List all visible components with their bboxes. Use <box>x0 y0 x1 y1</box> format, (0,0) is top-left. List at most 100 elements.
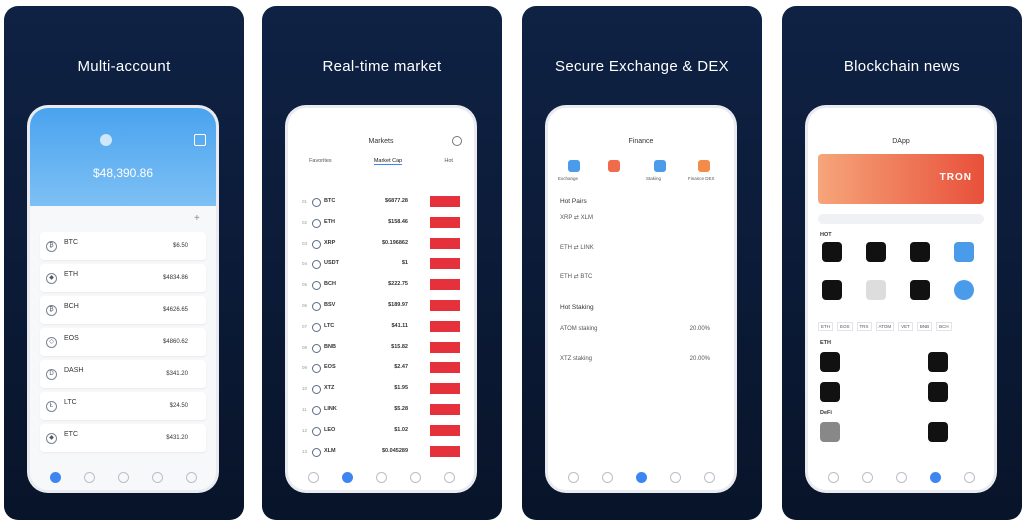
dapp-tab-icon[interactable] <box>409 471 421 483</box>
tab-favorites[interactable]: Favorites <box>309 158 332 165</box>
dapp-icon[interactable] <box>928 382 948 402</box>
market-tab-icon[interactable] <box>83 471 95 483</box>
tab-market-cap[interactable]: Market Cap <box>373 158 403 165</box>
total-balance: $48,390.86 <box>92 166 154 180</box>
tag-vet[interactable]: VET <box>898 322 913 331</box>
table-row[interactable]: 11 LINK $5.28 <box>300 400 462 420</box>
coin-name: BTC <box>64 239 78 246</box>
dapp-tab-icon[interactable] <box>151 471 163 483</box>
pair-row[interactable]: XRP ⇄ XLM <box>560 214 722 221</box>
price: $1.95 <box>394 385 408 392</box>
tag-bnb[interactable]: BNB <box>916 322 933 331</box>
tag-eos[interactable]: EOS <box>837 322 853 331</box>
exchange-icon[interactable] <box>568 160 580 172</box>
dapp-icon[interactable] <box>954 242 974 262</box>
list-item[interactable]: ◆ ETC $431.20 <box>40 424 206 452</box>
dapp-icon[interactable] <box>820 352 840 372</box>
market-tab-icon[interactable] <box>341 471 353 483</box>
tag-trx[interactable]: TRX <box>856 322 872 331</box>
dapp-icon[interactable] <box>910 242 930 262</box>
change-badge <box>430 404 460 415</box>
table-row[interactable]: 04 USDT $1 <box>300 254 462 274</box>
finance-tab-icon[interactable] <box>117 471 129 483</box>
table-row[interactable]: 02 ETH $158.46 <box>300 213 462 233</box>
rank: 02 <box>302 219 308 225</box>
table-row[interactable]: 05 BCH $222.75 <box>300 275 462 295</box>
table-row[interactable]: 09 EOS $2.47 <box>300 358 462 378</box>
dapp-icon[interactable] <box>822 280 842 300</box>
dapp-icon[interactable] <box>820 422 840 442</box>
panel-multi-account: Multi-account $48,390.86 + ₿ BTC $6.50 ◆ ET… <box>4 6 244 520</box>
tag-bch[interactable]: BCH <box>936 322 952 331</box>
list-item[interactable]: Ł LTC $24.50 <box>40 392 206 420</box>
dapp-icon[interactable] <box>928 422 948 442</box>
tag-atom[interactable]: ATOM <box>875 322 895 331</box>
dapp-icon[interactable] <box>866 280 886 300</box>
wallet-tab-icon[interactable] <box>827 471 839 483</box>
list-item[interactable]: ₿ BCH $4626.65 <box>40 296 206 324</box>
table-row[interactable]: 01 BTC $6877.28 <box>300 192 462 212</box>
market-tab-icon[interactable] <box>861 471 873 483</box>
symbol: BTC <box>324 198 336 204</box>
table-row[interactable]: 10 XTZ $1.95 <box>300 379 462 399</box>
dapp-icon[interactable] <box>954 280 974 300</box>
search-icon[interactable] <box>452 136 462 146</box>
symbol: ETH <box>324 218 335 225</box>
tab-bar <box>816 470 986 484</box>
list-item[interactable]: ◇ EOS $4860.62 <box>40 328 206 356</box>
table-row[interactable]: 13 XLM $0.045289 <box>300 442 462 462</box>
pair-row[interactable]: ETH ⇄ BTC <box>560 273 722 280</box>
finance-tab-icon[interactable] <box>895 471 907 483</box>
dapp-tab-icon[interactable] <box>929 471 941 483</box>
change-badge <box>430 258 460 270</box>
staking-row[interactable]: ATOM staking 20.00% <box>560 326 722 332</box>
symbol: XRP <box>324 239 336 246</box>
table-row[interactable]: 06 BSV $189.97 <box>300 296 462 316</box>
wallet-tab-icon[interactable] <box>49 471 61 483</box>
pair-row[interactable]: ETH ⇄ LINK <box>560 244 722 251</box>
staking-icon[interactable] <box>654 160 666 172</box>
search-input[interactable] <box>818 214 984 224</box>
table-row[interactable]: 12 LEO $1.02 <box>300 421 462 441</box>
wallet-tab-icon[interactable] <box>307 471 319 483</box>
dapp-icon[interactable] <box>928 352 948 372</box>
table-row[interactable]: 08 BNB $15.82 <box>300 338 462 358</box>
tag-eth[interactable]: ETH <box>818 322 833 331</box>
staking-rate: 20.00% <box>689 356 710 362</box>
price: $15.82 <box>391 343 408 350</box>
list-item[interactable]: ◆ ETH $4834.86 <box>40 264 206 292</box>
staking-row[interactable]: XTZ staking 20.00% <box>560 356 722 362</box>
dapp-icon[interactable] <box>866 242 886 262</box>
dex-icon[interactable] <box>698 160 710 172</box>
dapp-icon[interactable] <box>822 242 842 262</box>
grid-icon[interactable] <box>194 134 206 146</box>
finance-tab-icon[interactable] <box>635 471 647 483</box>
tab-hot[interactable]: Hot <box>444 158 453 165</box>
coin-name: EOS <box>64 335 79 342</box>
coin-value: $4860.62 <box>162 339 188 345</box>
add-icon[interactable]: + <box>194 214 204 224</box>
profile-tab-icon[interactable] <box>703 471 715 483</box>
table-row[interactable]: 03 XRP $0.196862 <box>300 234 462 254</box>
profile-tab-icon[interactable] <box>185 471 197 483</box>
swap-icon[interactable] <box>608 160 620 172</box>
price: $5.28 <box>394 406 408 412</box>
banner[interactable]: TRON <box>818 154 984 204</box>
symbol: BCH <box>324 281 336 288</box>
market-tab-icon[interactable] <box>601 471 613 483</box>
panel-title: Multi-account <box>77 58 171 75</box>
dapp-tab-icon[interactable] <box>669 471 681 483</box>
phone-markets: Markets Favorites Market Cap Hot 01 BTC $6… <box>288 108 474 490</box>
profile-tab-icon[interactable] <box>443 471 455 483</box>
eth-label: ETH <box>820 340 831 346</box>
hot-pairs-label: Hot Pairs <box>560 198 587 205</box>
profile-tab-icon[interactable] <box>963 471 975 483</box>
dapp-icon[interactable] <box>910 280 930 300</box>
change-badge <box>430 216 460 228</box>
finance-tab-icon[interactable] <box>375 471 387 483</box>
wallet-tab-icon[interactable] <box>567 471 579 483</box>
table-row[interactable]: 07 LTC $41.11 <box>300 317 462 337</box>
list-item[interactable]: ₿ BTC $6.50 <box>40 232 206 260</box>
dapp-icon[interactable] <box>820 382 840 402</box>
list-item[interactable]: D DASH $341.20 <box>40 360 206 388</box>
